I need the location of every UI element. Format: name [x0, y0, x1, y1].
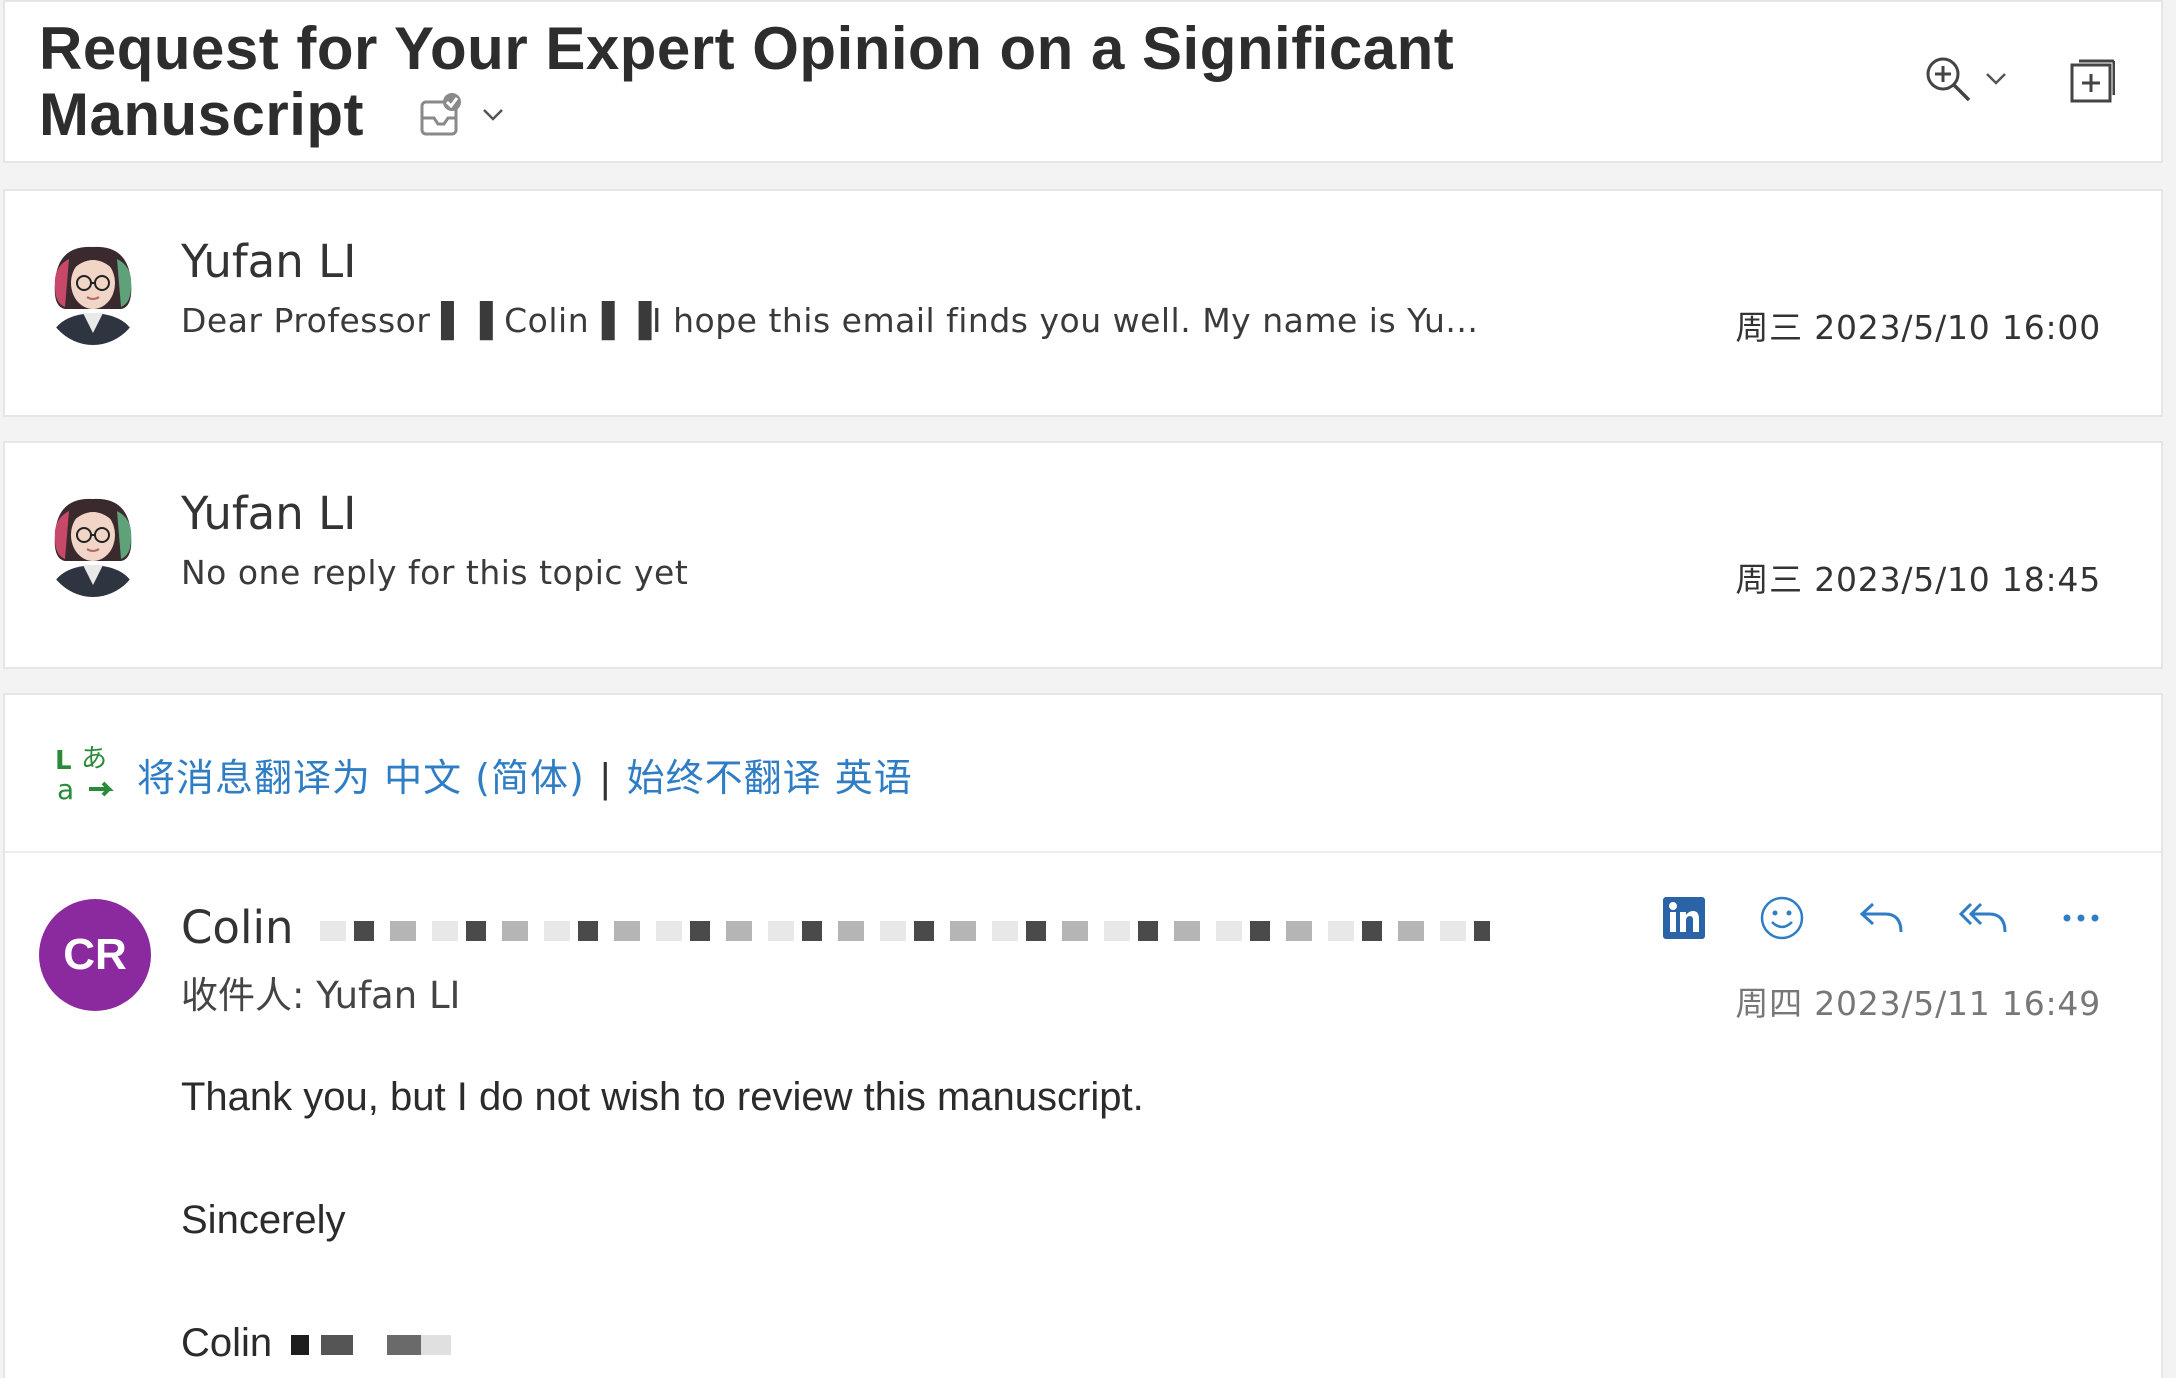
redacted-sender-address — [319, 921, 1490, 941]
never-translate-link[interactable]: 始终不翻译 英语 — [627, 756, 913, 800]
open-window-icon — [2070, 59, 2116, 103]
message-time: 周三 2023/5/10 16:00 — [1735, 308, 2101, 347]
avatar — [43, 489, 143, 597]
avatar-photo-icon — [43, 237, 143, 345]
avatar-photo-icon — [43, 489, 143, 597]
expanded-message: L あ a 将消息翻译为 中文 (简体) | 始终不翻译 英语 CR Colin 收… — [3, 693, 2163, 1378]
linkedin-icon — [1663, 897, 1705, 939]
smiley-icon — [1760, 896, 1804, 940]
reply-all-button[interactable] — [1959, 900, 2007, 936]
svg-text:L: L — [55, 746, 72, 776]
message-time: 周四 2023/5/11 16:49 — [1735, 984, 2101, 1023]
message-time: 周三 2023/5/10 18:45 — [1735, 560, 2101, 599]
from-name: Colin — [181, 901, 294, 954]
more-icon — [2063, 914, 2099, 922]
open-in-new-window-button[interactable] — [2069, 58, 2116, 108]
svg-text:あ: あ — [81, 744, 107, 774]
chevron-down-icon — [1986, 73, 2006, 85]
body-line: Thank you, but I do not wish to review t… — [181, 1075, 1144, 1119]
flag-button[interactable] — [418, 92, 504, 138]
zoom-in-icon — [1926, 57, 1971, 102]
thread-item[interactable]: Yufan LI Dear Professor ▌▐ Colin▐ ▐I hop… — [3, 189, 2163, 417]
linkedin-button[interactable] — [1663, 897, 1705, 939]
redacted-surname — [291, 1335, 452, 1356]
zoom-button[interactable] — [1923, 54, 2007, 104]
flag-check-icon — [420, 93, 462, 136]
subject-header: Request for Your Expert Opinion on a Sig… — [3, 0, 2163, 163]
message-actions — [1663, 895, 2101, 941]
reply-icon — [1859, 902, 1903, 933]
signature-name: Colin — [181, 1321, 273, 1365]
message-preview: Dear Professor ▌▐ Colin▐ ▐I hope this em… — [181, 301, 1479, 340]
message-preview: No one reply for this topic yet — [181, 553, 689, 592]
svg-text:a: a — [57, 773, 74, 803]
translate-bar: L あ a 将消息翻译为 中文 (简体) | 始终不翻译 英语 — [5, 695, 2161, 853]
subject-title: Request for Your Expert Opinion on a Sig… — [39, 16, 1599, 148]
reply-all-icon — [1959, 902, 2007, 933]
recipient-line: 收件人: Yufan LI — [181, 974, 461, 1017]
subject-line-2: Manuscript — [39, 81, 365, 148]
sender-name: Yufan LI — [181, 235, 357, 288]
react-button[interactable] — [1759, 895, 1805, 941]
avatar — [43, 237, 143, 345]
translate-icon: L あ a — [55, 744, 114, 803]
thread-item[interactable]: Yufan LI No one reply for this topic yet… — [3, 441, 2163, 669]
body-line: Sincerely — [181, 1198, 346, 1242]
subject-line-1: Request for Your Expert Opinion on a Sig… — [39, 15, 1455, 82]
more-options-button[interactable] — [2061, 912, 2101, 924]
from-line[interactable]: Colin — [181, 901, 1490, 954]
avatar: CR — [39, 899, 151, 1011]
sender-name: Yufan LI — [181, 487, 357, 540]
signature-line: Colin — [181, 1321, 452, 1366]
translate-message-link[interactable]: 将消息翻译为 中文 (简体) — [137, 756, 585, 800]
chevron-down-icon — [483, 109, 503, 121]
translate-separator: | — [598, 756, 613, 800]
reply-button[interactable] — [1859, 900, 1905, 936]
